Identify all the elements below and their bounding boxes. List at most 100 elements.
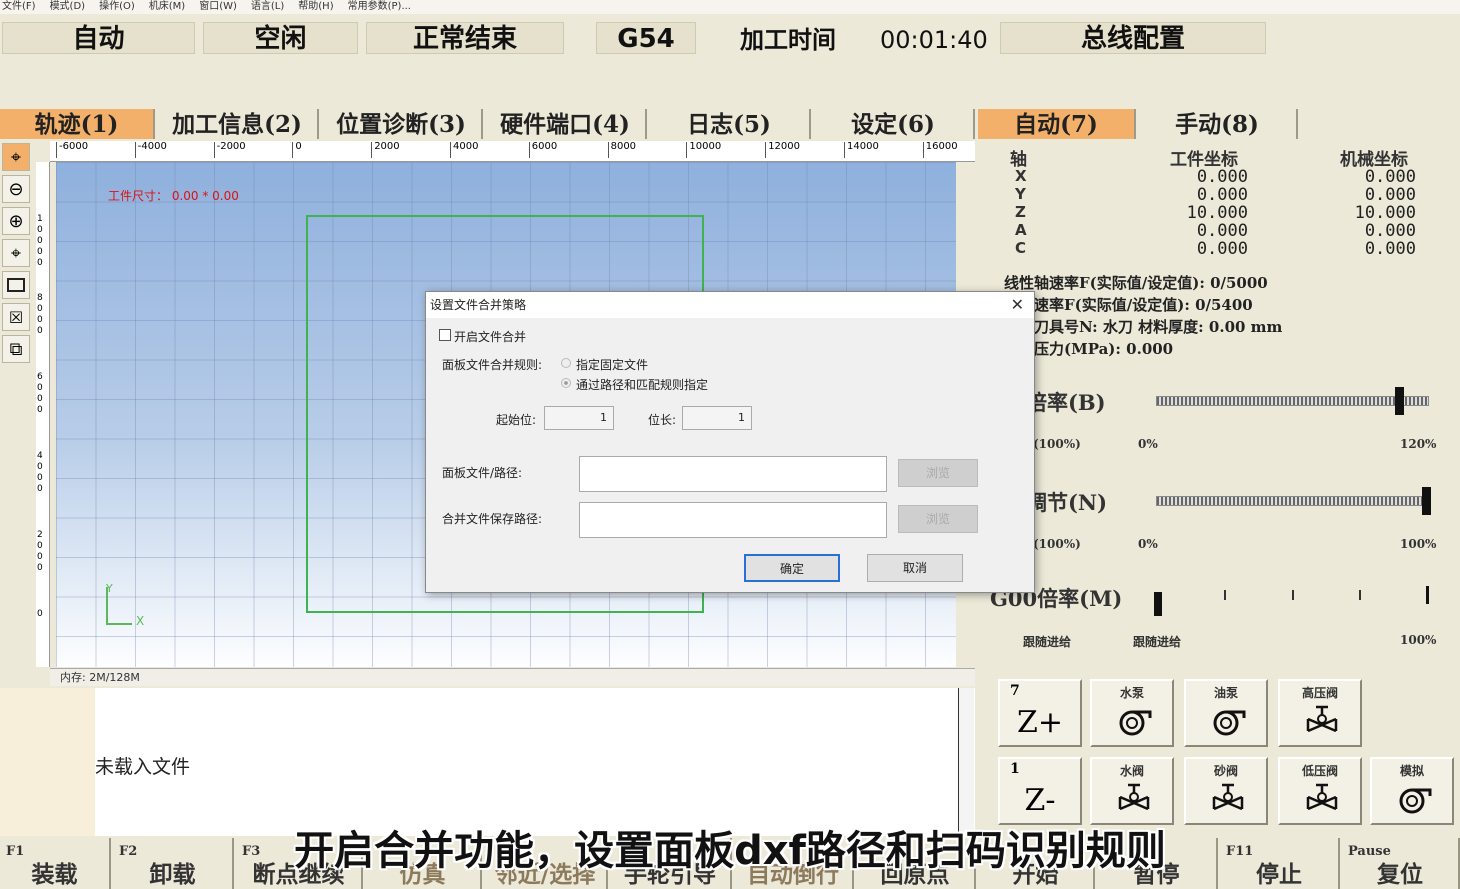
- start-input[interactable]: 1: [544, 406, 614, 430]
- tab-trajectory[interactable]: 轨迹(1): [0, 109, 155, 139]
- slider-track[interactable]: [1156, 396, 1429, 406]
- slider-left-label: (100%): [1033, 437, 1081, 451]
- slider-tick: [1426, 586, 1429, 604]
- zoom-out-button[interactable]: ⊖: [2, 175, 30, 203]
- slider-thumb[interactable]: [1395, 387, 1405, 415]
- merge-path-label: 合并文件保存路径:: [442, 512, 543, 526]
- slider-mid-label: 0%: [1138, 537, 1158, 551]
- coord-machine: 0.000: [1364, 167, 1416, 187]
- file-scrollbar[interactable]: [958, 688, 974, 836]
- dialog-title: 设置文件合并策略: [430, 298, 527, 312]
- slider-right-label: 120%: [1400, 437, 1437, 451]
- coord-machine: 0.000: [1364, 239, 1416, 259]
- tab-process-info[interactable]: 加工信息(2): [157, 109, 319, 139]
- slider-tick: [1292, 590, 1294, 600]
- crosshair-icon: ⌖: [10, 146, 22, 168]
- pan-tool-button[interactable]: ⌖: [2, 143, 30, 171]
- slider-track[interactable]: [1156, 496, 1429, 506]
- ruler-x-label: 10000: [686, 142, 721, 158]
- start-label: 起始位:: [496, 413, 537, 427]
- control-button[interactable]: 水阀: [1090, 757, 1174, 825]
- control-button[interactable]: 砂阀: [1184, 757, 1268, 825]
- z-minus-button[interactable]: 1 Z-: [998, 757, 1082, 825]
- z-plus-button[interactable]: 7 Z+: [998, 679, 1082, 747]
- control-button[interactable]: 高压阀: [1278, 679, 1362, 747]
- control-button[interactable]: 油泵: [1184, 679, 1268, 747]
- tab-auto[interactable]: 自动(7): [978, 109, 1136, 139]
- clear-view-button[interactable]: ☒: [2, 303, 30, 331]
- ok-button[interactable]: 确定: [744, 554, 840, 582]
- rule-option2-radio[interactable]: [561, 378, 571, 388]
- tab-settings[interactable]: 设定(6): [813, 109, 975, 139]
- menu-params[interactable]: 常用参数(P)...: [348, 0, 411, 14]
- coord-work: 0.000: [1196, 185, 1248, 205]
- coord-machine: 0.000: [1364, 185, 1416, 205]
- slider-left-label: 跟随进给: [1023, 635, 1072, 649]
- slider-tick: [1224, 590, 1226, 600]
- time-value: 00:01:40: [880, 26, 988, 54]
- merge-path-input[interactable]: [579, 502, 887, 538]
- control-button[interactable]: 模拟: [1370, 757, 1454, 825]
- control-button-label: 高压阀: [1301, 686, 1338, 700]
- bus-config-button[interactable]: 总线配置: [1000, 22, 1266, 54]
- merge-browse-button[interactable]: 浏览: [898, 505, 978, 533]
- center-view-button[interactable]: ⌖: [2, 239, 30, 267]
- length-input[interactable]: 1: [682, 406, 752, 430]
- slider-right-label: 100%: [1400, 633, 1437, 647]
- tool-info: 当前刀具号N: 水刀 材料厚度: 0.00 mm: [1004, 318, 1283, 336]
- close-icon[interactable]: ✕: [1011, 292, 1024, 318]
- cancel-button[interactable]: 取消: [867, 554, 963, 582]
- zoom-in-button[interactable]: ⊕: [2, 207, 30, 235]
- ruler-x-label: 16000: [922, 142, 958, 158]
- rule-option1-radio[interactable]: [561, 358, 571, 368]
- menu-operate[interactable]: 操作(O): [99, 0, 135, 14]
- target-icon: ⌖: [10, 242, 22, 264]
- 3d-view-button[interactable]: ⧉: [2, 335, 30, 363]
- panel-path-label: 面板文件/路径:: [442, 466, 523, 480]
- tab-position-diag[interactable]: 位置诊断(3): [321, 109, 483, 139]
- slider-track[interactable]: [1158, 601, 1428, 603]
- panel-browse-button[interactable]: 浏览: [898, 459, 978, 487]
- ruler-x-label: 4000: [450, 142, 478, 158]
- coord-work: 10.000: [1186, 203, 1248, 223]
- file-status: 未载入文件: [95, 756, 191, 778]
- vertical-ruler: 10000 8000 6000 4000 2000 0: [36, 162, 50, 667]
- control-button[interactable]: 低压阀: [1278, 757, 1362, 825]
- memory-status: 内存: 2M/128M: [50, 668, 975, 686]
- ruler-y-label: 4000: [37, 451, 43, 494]
- merge-strategy-dialog: 设置文件合并策略 ✕ 开启文件合并 面板文件合并规则: 指定固定文件 通过路径和…: [425, 291, 1035, 593]
- menu-file[interactable]: 文件(F): [2, 0, 36, 14]
- tab-hardware-port[interactable]: 硬件端口(4): [485, 109, 647, 139]
- result-status: 正常结束: [366, 22, 564, 54]
- coord-machine: 10.000: [1354, 203, 1416, 223]
- tab-manual[interactable]: 手动(8): [1138, 109, 1298, 139]
- ruler-x-label: 0: [292, 142, 302, 158]
- fit-view-button[interactable]: [2, 271, 30, 299]
- rule-label: 面板文件合并规则:: [442, 358, 543, 372]
- control-button-label: 水阀: [1119, 764, 1144, 778]
- control-button[interactable]: 水泵: [1090, 679, 1174, 747]
- menu-window[interactable]: 窗口(W): [199, 0, 237, 14]
- menu-machine[interactable]: 机床(M): [149, 0, 185, 14]
- menu-mode[interactable]: 模式(D): [50, 0, 86, 14]
- slider-label: 倍率(B): [1026, 390, 1106, 415]
- coord-work: 0.000: [1196, 221, 1248, 241]
- panel-path-input[interactable]: [579, 456, 887, 492]
- mode-status: 自动: [2, 22, 195, 54]
- menu-help[interactable]: 帮助(H): [298, 0, 333, 14]
- ruler-x-label: 2000: [371, 142, 400, 158]
- time-label: 加工时间: [740, 25, 836, 54]
- ruler-x-label: 8000: [607, 142, 636, 158]
- coord-machine: 0.000: [1364, 221, 1416, 241]
- slider-thumb[interactable]: [1422, 487, 1431, 515]
- ruler-y-label: 0: [37, 609, 43, 619]
- enable-merge-checkbox[interactable]: [439, 329, 451, 341]
- ruler-x-label: -6000: [56, 142, 88, 158]
- button-axis-label: Z-: [1024, 783, 1056, 818]
- menu-language[interactable]: 语言(L): [251, 0, 284, 14]
- ruler-y-label: 8000: [37, 293, 43, 336]
- tab-log[interactable]: 日志(5): [649, 109, 811, 139]
- button-axis-label: Z+: [1017, 705, 1063, 740]
- rule-option1-label: 指定固定文件: [576, 358, 649, 372]
- slider-thumb[interactable]: [1154, 592, 1162, 616]
